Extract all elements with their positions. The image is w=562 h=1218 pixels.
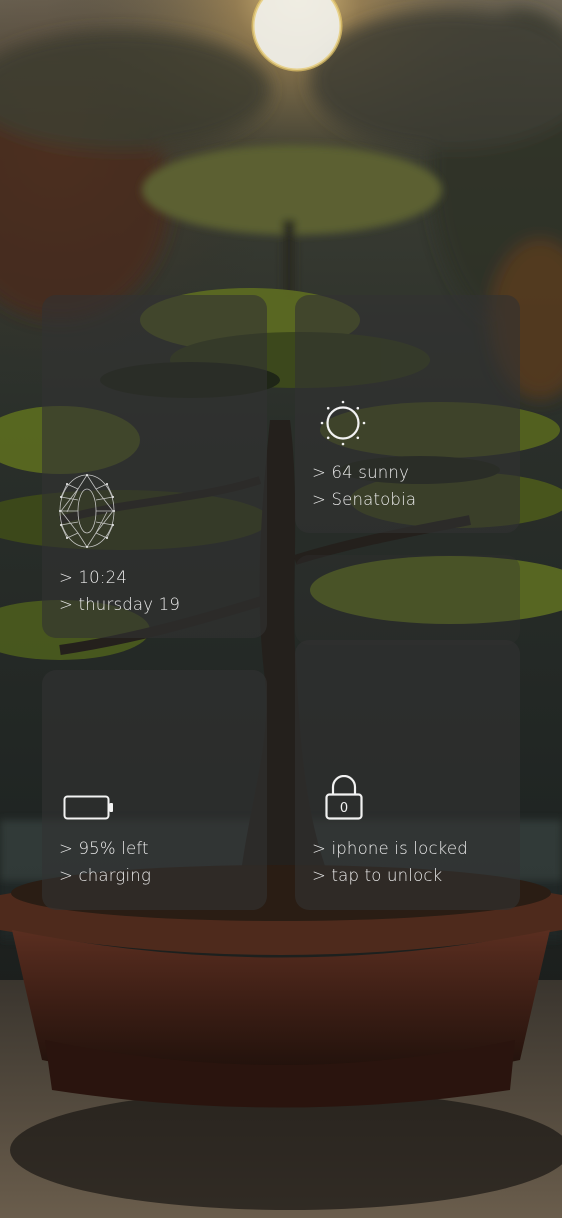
battery-widget[interactable]: > 95% left > charging <box>42 670 267 910</box>
sun-icon <box>320 400 366 446</box>
unlock-hint-text[interactable]: > tap to unlock <box>312 866 442 885</box>
empty-widget <box>295 555 520 645</box>
weather-temp-text: > 64 sunny <box>312 463 410 482</box>
clock-widget[interactable]: > 10:24 > thursday 19 <box>42 295 267 638</box>
time-text: > 10:24 <box>59 568 128 587</box>
battery-icon <box>63 795 113 820</box>
lock-status-text: > iphone is locked <box>312 839 468 858</box>
battery-status-text: > charging <box>59 866 152 885</box>
geometric-zero-icon <box>59 474 115 548</box>
lock-screen[interactable]: > 10:24 > thursday 19 > 64 sunny > Senat… <box>0 0 562 1218</box>
lock-widget[interactable]: 0 > iphone is locked > tap to unlock <box>295 640 520 910</box>
weather-location-text: > Senatobia <box>312 490 417 509</box>
date-text: > thursday 19 <box>59 595 181 614</box>
lock-glyph: 0 <box>340 801 348 816</box>
weather-widget[interactable]: > 64 sunny > Senatobia <box>295 295 520 533</box>
battery-level-text: > 95% left <box>59 839 149 858</box>
lock-icon: 0 <box>325 775 363 820</box>
